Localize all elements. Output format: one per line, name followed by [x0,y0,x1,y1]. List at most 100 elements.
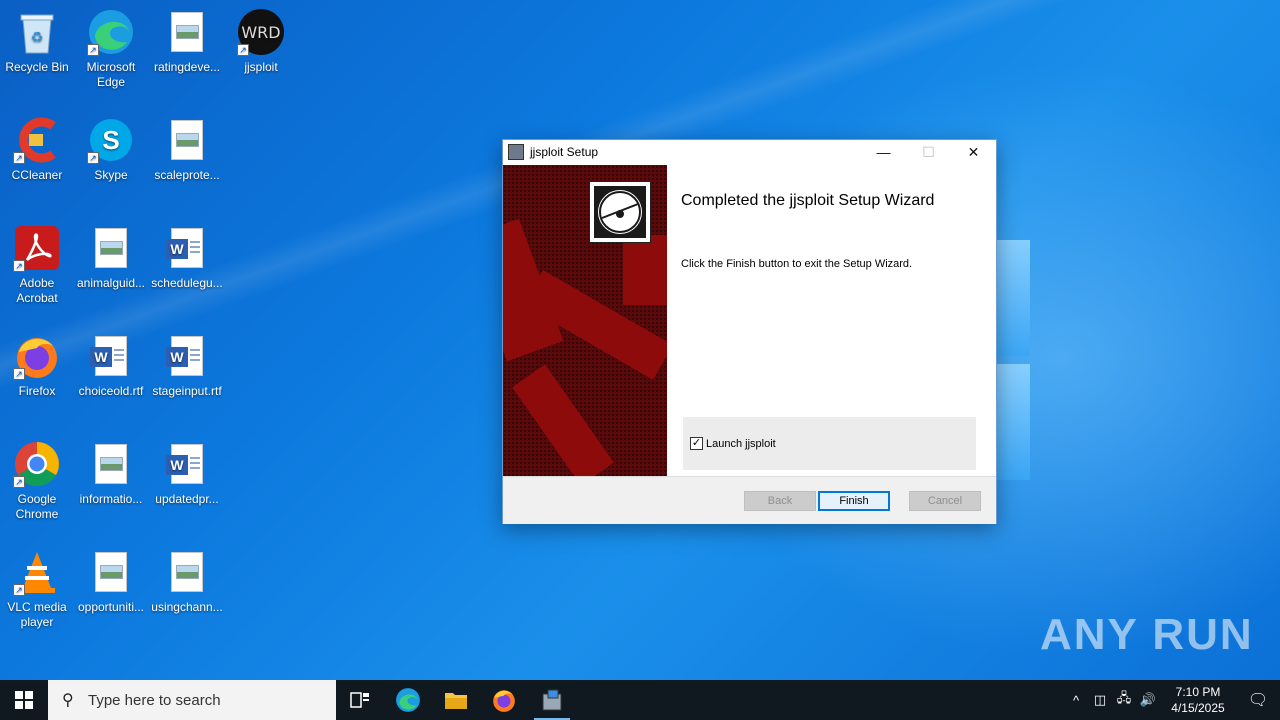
search-icon: ⚲ [62,692,74,709]
finish-button[interactable]: Finish [818,491,890,511]
word-doc-icon: W [87,332,135,380]
close-button[interactable]: ✕ [951,140,996,164]
taskbar-setup-installer[interactable] [528,680,576,720]
image-file-icon [87,548,135,596]
desktop-icon-ratingdeve[interactable]: ratingdeve... [150,8,224,75]
desktop-icon-label: VLC media player [7,600,67,629]
dialog-titlebar[interactable]: jjsploit Setup — ☐ ✕ [503,140,996,164]
desktop-icon-label: Google Chrome [15,492,59,521]
desktop-icon-label: usingchann... [151,600,223,614]
search-placeholder: Type here to search [88,691,221,709]
setup-dialog: jjsploit Setup — ☐ ✕ Completed the jjspl… [502,139,997,524]
desktop-icon-edge[interactable]: ↗ Microsoft Edge [74,8,148,90]
clock-time: 7:10 PM [1175,685,1221,699]
desktop-icon-label: Recycle Bin [5,60,69,74]
firefox-icon: ↗ [13,332,61,380]
back-button[interactable]: Back [744,491,816,511]
anyrun-watermark: ANY RUN [1040,610,1254,659]
notification-icon[interactable]: 🗨 [1236,690,1280,710]
clock-date: 4/15/2025 [1171,701,1225,715]
word-doc-icon: W [163,224,211,272]
desktop-icon-vlc[interactable]: ↗ VLC media player [0,548,74,630]
chrome-icon: ↗ [13,440,61,488]
edge-icon [396,688,420,712]
edge-icon: ↗ [87,8,135,56]
clock[interactable]: 7:10 PM 4/15/2025 [1160,684,1236,716]
word-doc-icon: W [163,332,211,380]
word-doc-icon: W [163,440,211,488]
desktop-icon-stageinput[interactable]: W stageinput.rtf [150,332,224,399]
taskbar-edge[interactable] [384,680,432,720]
desktop-icon-jjsploit[interactable]: WRD ↗ jjsploit [224,8,298,75]
windows-logo-wallpaper [996,240,1030,480]
desktop-icon-updatedpr[interactable]: W updatedpr... [150,440,224,507]
desktop-icon-scaleprote[interactable]: scaleprote... [150,116,224,183]
desktop-icon-label: Adobe Acrobat [16,276,58,305]
svg-text:♻: ♻ [31,29,44,45]
maximize-button: ☐ [922,143,935,160]
desktop-icon-label: jjsploit [244,60,278,74]
wizard-banner-image [503,165,667,477]
recycle-bin-icon: ♻ [13,8,61,56]
image-file-icon [87,440,135,488]
acrobat-icon: ↗ [13,224,61,272]
task-view-button[interactable] [336,680,384,720]
image-file-icon [87,224,135,272]
firefox-icon [493,690,515,712]
dialog-footer: Back Finish Cancel [503,476,996,524]
image-file-icon [163,548,211,596]
taskbar-search-box[interactable]: ⚲ Type here to search [48,680,336,720]
cancel-button[interactable]: Cancel [909,491,981,511]
desktop-icon-recycle-bin[interactable]: ♻ Recycle Bin [0,8,74,75]
launch-checkbox[interactable]: ✓ [690,437,703,450]
desktop-icon-label: CCleaner [11,168,63,182]
desktop-icon-label: Microsoft Edge [86,60,136,89]
desktop-icon-label: schedulegu... [151,276,223,290]
desktop-icon-ccleaner[interactable]: ↗ CCleaner [0,116,74,183]
volume-icon[interactable]: 🔊 [1136,692,1160,708]
installer-icon [508,144,524,160]
chevron-up-icon[interactable]: ^ [1064,693,1088,708]
desktop-icon-label: stageinput.rtf [152,384,222,398]
desktop-icon-animalguid[interactable]: animalguid... [74,224,148,291]
skype-icon: S ↗ [87,116,135,164]
desktop-icon-label: ratingdeve... [153,60,221,74]
desktop-icon-label: opportuniti... [77,600,145,614]
start-button[interactable] [0,680,48,720]
task-view-icon [350,692,369,708]
wizard-heading: Completed the jjsploit Setup Wizard [681,192,935,209]
desktop-icon-label: Firefox [18,384,56,398]
desktop-icon-choiceold[interactable]: W choiceold.rtf [74,332,148,399]
desktop-icon-acrobat[interactable]: ↗ Adobe Acrobat [0,224,74,306]
desktop-icon-label: choiceold.rtf [78,384,144,398]
ccleaner-icon: ↗ [13,116,61,164]
launch-checkbox-label[interactable]: Launch jjsploit [706,438,776,450]
wizard-description: Click the Finish button to exit the Setu… [681,258,913,270]
desktop-icon-schedulegu[interactable]: W schedulegu... [150,224,224,291]
meet-now-icon[interactable]: ◫ [1088,692,1112,708]
installer-icon [542,689,562,711]
wizard-content: Completed the jjsploit Setup Wizard Clic… [681,165,976,270]
desktop-icon-skype[interactable]: S ↗ Skype [74,116,148,183]
image-file-icon [163,8,211,56]
desktop-icon-usingchann[interactable]: usingchann... [150,548,224,615]
desktop-icon-label: updatedpr... [155,492,219,506]
taskbar-firefox[interactable] [480,680,528,720]
vlc-icon: ↗ [13,548,61,596]
desktop-icon-firefox[interactable]: ↗ Firefox [0,332,74,399]
svg-text:S: S [102,125,119,155]
desktop-icon-label: scaleprote... [154,168,220,182]
desktop-icon-opportuniti[interactable]: opportuniti... [74,548,148,615]
image-file-icon [163,116,211,164]
svg-text:WRD: WRD [241,23,280,42]
desktop-icon-informatio[interactable]: informatio... [74,440,148,507]
system-tray: ^ ◫ 🖧 🔊 7:10 PM 4/15/2025 🗨 [1064,680,1280,720]
desktop-icon-label: Skype [94,168,128,182]
taskbar-file-explorer[interactable] [432,680,480,720]
disc-icon [589,181,651,243]
desktop-icon-chrome[interactable]: ↗ Google Chrome [0,440,74,522]
desktop-icon-label: animalguid... [76,276,146,290]
minimize-button[interactable]: — [861,140,906,164]
network-icon[interactable]: 🖧 [1112,689,1136,711]
desktop-icon-label: informatio... [79,492,143,506]
